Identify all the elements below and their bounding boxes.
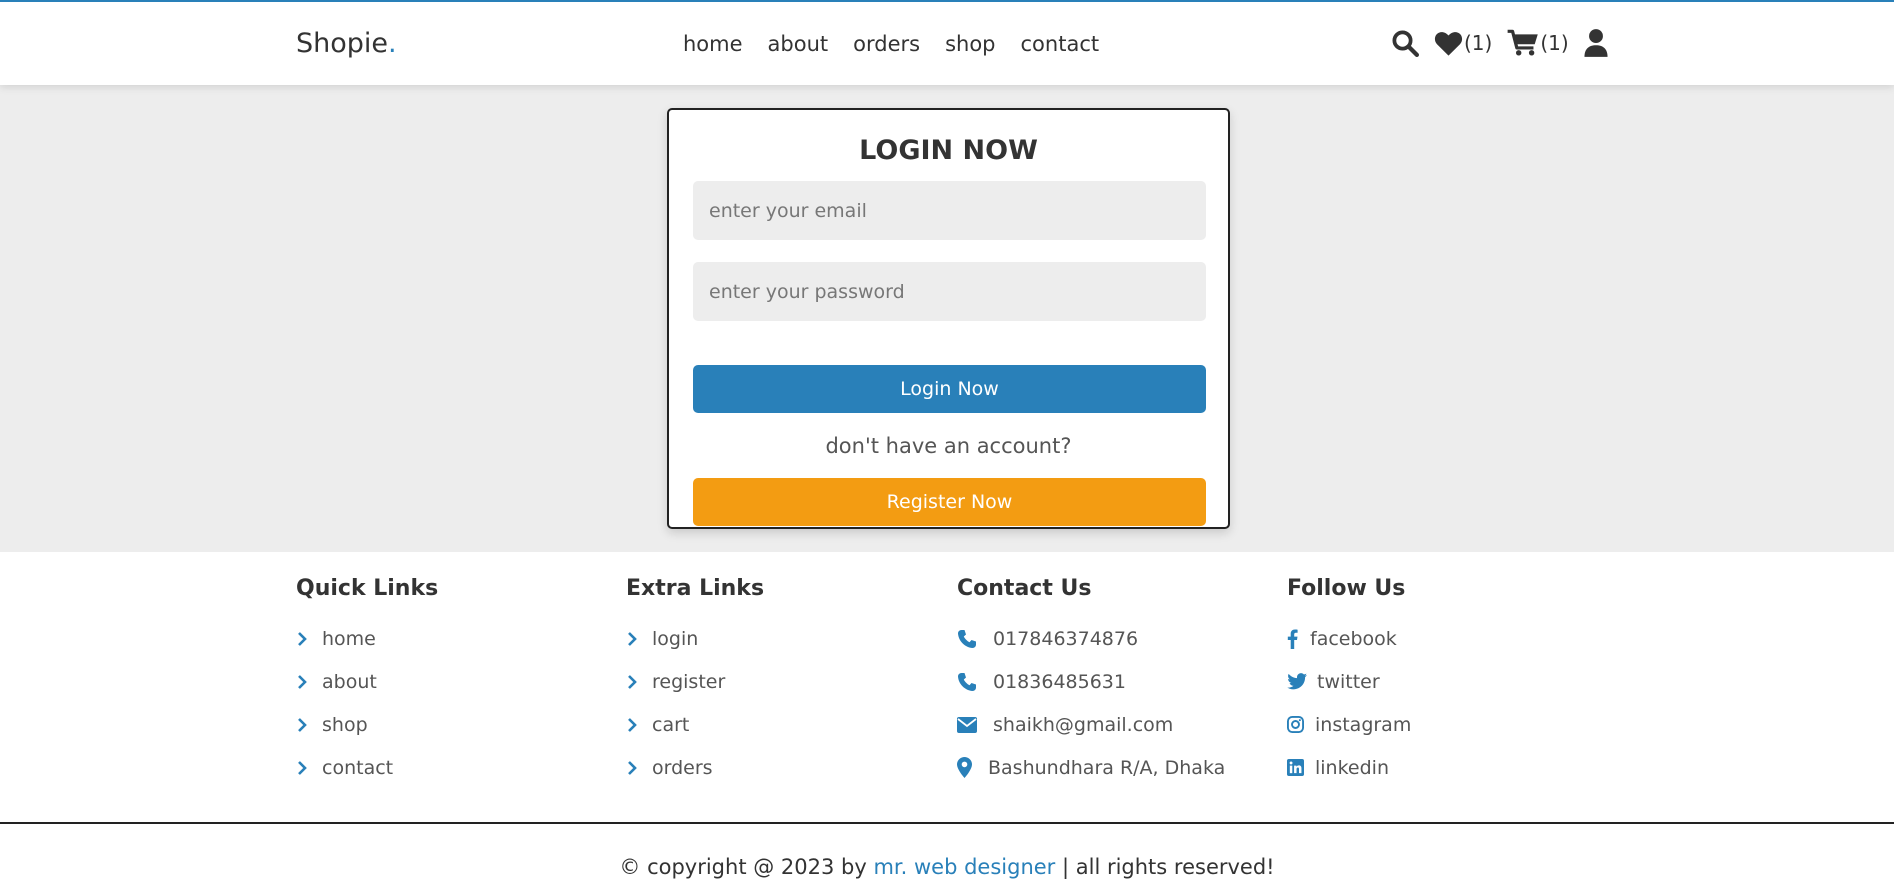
site-header: Shopie. home about orders shop contact (… bbox=[0, 0, 1894, 85]
extra-link-label: register bbox=[652, 670, 726, 693]
nav-about[interactable]: about bbox=[768, 32, 829, 56]
logo[interactable]: Shopie. bbox=[296, 28, 397, 59]
chevron-right-icon bbox=[296, 717, 322, 733]
cart-icon bbox=[1507, 29, 1539, 56]
follow-linkedin[interactable]: linkedin bbox=[1287, 746, 1411, 789]
search-button[interactable] bbox=[1390, 28, 1420, 58]
extra-link-label: login bbox=[652, 627, 699, 650]
extra-link-label: cart bbox=[652, 713, 690, 736]
copyright-prefix: © copyright @ 2023 by bbox=[619, 855, 874, 879]
follow-twitter[interactable]: twitter bbox=[1287, 660, 1411, 703]
quick-links-title: Quick Links bbox=[296, 576, 439, 601]
login-button[interactable]: Login Now bbox=[693, 365, 1206, 413]
twitter-icon bbox=[1287, 673, 1317, 690]
envelope-icon bbox=[957, 716, 993, 733]
email-field[interactable] bbox=[693, 181, 1206, 240]
register-prompt: don't have an account? bbox=[825, 434, 1072, 458]
linkedin-icon bbox=[1287, 759, 1315, 776]
follow-label: twitter bbox=[1317, 670, 1380, 693]
extra-link-orders[interactable]: orders bbox=[626, 746, 764, 789]
follow-column: Follow Us facebook twitter instagram lin… bbox=[1287, 576, 1411, 789]
chevron-right-icon bbox=[626, 631, 652, 647]
facebook-icon bbox=[1287, 629, 1310, 649]
follow-instagram[interactable]: instagram bbox=[1287, 703, 1411, 746]
nav-contact[interactable]: contact bbox=[1021, 32, 1100, 56]
nav-orders[interactable]: orders bbox=[853, 32, 920, 56]
quick-link-label: about bbox=[322, 670, 377, 693]
extra-link-login[interactable]: login bbox=[626, 617, 764, 660]
wishlist-button[interactable]: (1) bbox=[1434, 30, 1492, 57]
logo-dot: . bbox=[388, 28, 397, 59]
contact-phone-2[interactable]: 01836485631 bbox=[957, 660, 1225, 703]
extra-links-title: Extra Links bbox=[626, 576, 765, 601]
quick-link-shop[interactable]: shop bbox=[296, 703, 438, 746]
extra-link-label: orders bbox=[652, 756, 713, 779]
cart-button[interactable]: (1) bbox=[1507, 29, 1569, 57]
password-field[interactable] bbox=[693, 262, 1206, 321]
contact-title: Contact Us bbox=[957, 576, 1092, 601]
chevron-right-icon bbox=[296, 760, 322, 776]
contact-address[interactable]: Bashundhara R/A, Dhaka bbox=[957, 746, 1225, 789]
logo-text: Shopie bbox=[296, 28, 389, 59]
chevron-right-icon bbox=[296, 674, 322, 690]
contact-email[interactable]: shaikh@gmail.com bbox=[957, 703, 1225, 746]
phone-icon bbox=[957, 672, 993, 692]
nav-home[interactable]: home bbox=[683, 32, 743, 56]
user-button[interactable] bbox=[1583, 28, 1609, 58]
contact-email-text: shaikh@gmail.com bbox=[993, 713, 1174, 736]
login-form: LOGIN NOW Login Now don't have an accoun… bbox=[667, 108, 1230, 529]
follow-label: facebook bbox=[1310, 627, 1397, 650]
follow-label: instagram bbox=[1315, 713, 1412, 736]
main-nav: home about orders shop contact bbox=[683, 32, 1124, 56]
chevron-right-icon bbox=[626, 760, 652, 776]
chevron-right-icon bbox=[626, 674, 652, 690]
quick-link-home[interactable]: home bbox=[296, 617, 438, 660]
search-icon bbox=[1392, 30, 1419, 57]
extra-links-column: Extra Links login register cart orders bbox=[626, 576, 764, 789]
quick-link-about[interactable]: about bbox=[296, 660, 438, 703]
quick-link-label: home bbox=[322, 627, 376, 650]
quick-link-label: shop bbox=[322, 713, 368, 736]
copyright-suffix: | all rights reserved! bbox=[1055, 855, 1275, 879]
follow-label: linkedin bbox=[1315, 756, 1389, 779]
contact-address-text: Bashundhara R/A, Dhaka bbox=[988, 756, 1226, 779]
quick-link-contact[interactable]: contact bbox=[296, 746, 438, 789]
site-footer: Quick Links home about shop contact Extr… bbox=[0, 552, 1894, 894]
footer-divider bbox=[0, 822, 1894, 824]
extra-link-register[interactable]: register bbox=[626, 660, 764, 703]
nav-shop[interactable]: shop bbox=[945, 32, 995, 56]
quick-link-label: contact bbox=[322, 756, 394, 779]
register-button[interactable]: Register Now bbox=[693, 478, 1206, 526]
chevron-right-icon bbox=[626, 717, 652, 733]
map-marker-icon bbox=[957, 757, 988, 778]
contact-column: Contact Us 017846374876 01836485631 shai… bbox=[957, 576, 1225, 789]
cart-count: (1) bbox=[1540, 31, 1569, 55]
header-icons: (1) (1) bbox=[1390, 28, 1609, 58]
follow-title: Follow Us bbox=[1287, 576, 1406, 601]
user-icon bbox=[1584, 29, 1608, 57]
instagram-icon bbox=[1287, 716, 1315, 733]
login-title: LOGIN NOW bbox=[859, 135, 1038, 166]
phone-icon bbox=[957, 629, 993, 649]
extra-link-cart[interactable]: cart bbox=[626, 703, 764, 746]
contact-phone-text: 01836485631 bbox=[993, 670, 1126, 693]
contact-phone-text: 017846374876 bbox=[993, 627, 1139, 650]
heart-icon bbox=[1434, 31, 1463, 56]
copyright: © copyright @ 2023 by mr. web designer |… bbox=[0, 855, 1894, 879]
copyright-author-link[interactable]: mr. web designer bbox=[873, 855, 1055, 879]
follow-facebook[interactable]: facebook bbox=[1287, 617, 1411, 660]
quick-links-column: Quick Links home about shop contact bbox=[296, 576, 438, 789]
contact-phone-1[interactable]: 017846374876 bbox=[957, 617, 1225, 660]
wishlist-count: (1) bbox=[1464, 31, 1493, 55]
login-section: LOGIN NOW Login Now don't have an accoun… bbox=[0, 85, 1894, 552]
chevron-right-icon bbox=[296, 631, 322, 647]
